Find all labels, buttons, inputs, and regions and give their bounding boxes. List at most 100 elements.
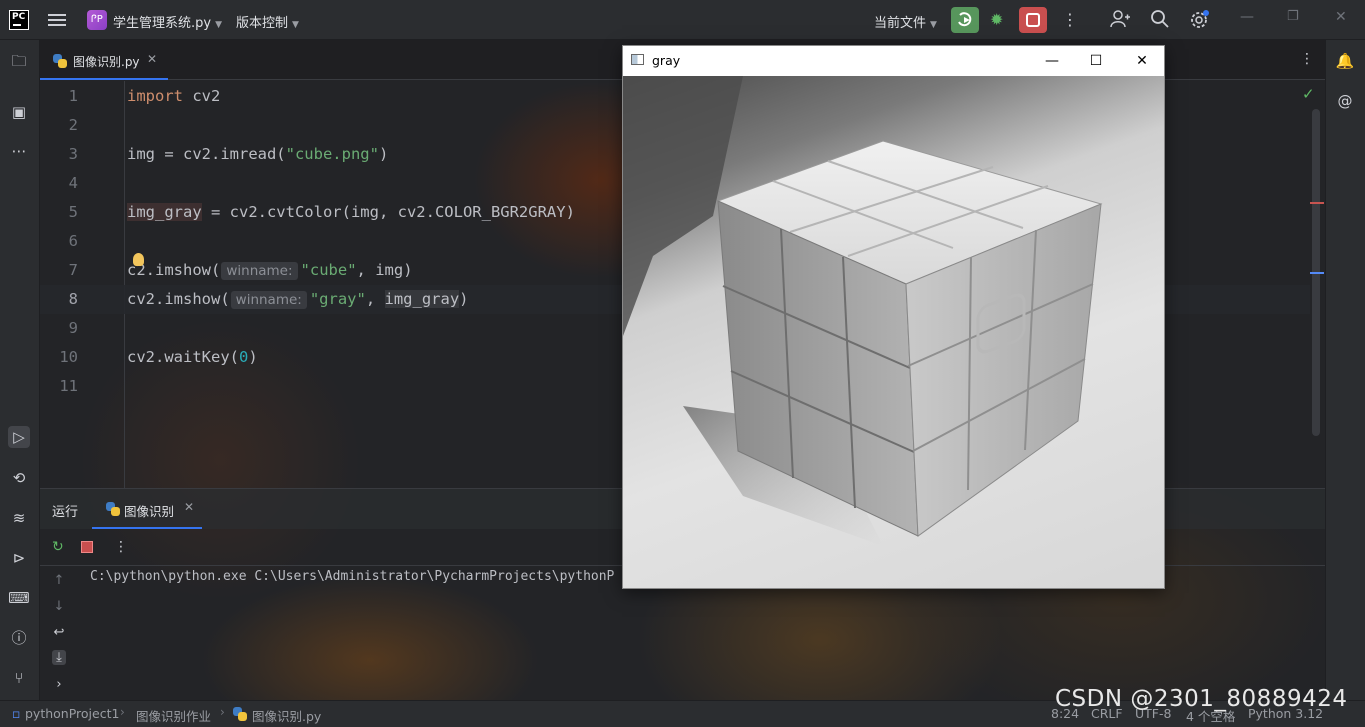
project-selector[interactable]: 学生管理系统.py ▼ <box>113 12 222 31</box>
window-minimize-icon[interactable]: — <box>1240 9 1254 25</box>
breadcrumb-folder[interactable]: 图像识别作业 <box>136 706 211 725</box>
run-config-selector[interactable]: 当前文件 ▼ <box>874 12 937 31</box>
opencv-window-gray[interactable]: gray — ☐ ✕ <box>622 45 1165 589</box>
rerun-button[interactable] <box>951 7 979 33</box>
rubiks-cube-photo <box>623 76 1103 546</box>
search-icon[interactable] <box>1150 9 1170 33</box>
parameter-hint: winname: <box>230 291 307 309</box>
right-tool-strip: 🔔 @ <box>1325 40 1365 700</box>
title-bar: PC ᎵP 学生管理系统.py ▼ 版本控制 ▼ 当前文件 ▼ ✹ ⋮ — ❐ ✕ <box>0 0 1365 40</box>
more-actions-icon[interactable]: ⋮ <box>1062 10 1078 29</box>
scroll-to-end-icon[interactable]: ⤓ <box>52 650 66 665</box>
rerun-icon[interactable]: ↻ <box>52 539 64 555</box>
code-token: ) <box>459 290 469 308</box>
intention-bulb-icon[interactable] <box>133 253 145 266</box>
line-number: 10 <box>59 348 78 366</box>
code-token: , img) <box>356 261 413 279</box>
window-close-icon[interactable]: ✕ <box>1335 9 1347 25</box>
run-config-label: 当前文件 <box>874 16 927 31</box>
cv-close-icon[interactable]: ✕ <box>1120 50 1164 72</box>
scroll-marker <box>1310 202 1324 204</box>
arrow-down-icon[interactable]: ↓ <box>52 599 66 614</box>
parameter-hint: winname: <box>221 262 298 280</box>
breadcrumb-project[interactable]: pythonProject1 <box>25 706 119 721</box>
python-file-icon <box>106 502 120 516</box>
line-number: 3 <box>68 145 78 163</box>
project-folder-icon[interactable]: 🗀 <box>8 50 30 72</box>
tab-options-icon[interactable]: ⋮ <box>1300 51 1314 67</box>
run-tab-close-icon[interactable]: ✕ <box>184 500 194 514</box>
code-token: cv2.imshow( <box>127 290 230 308</box>
settings-gear-icon[interactable] <box>1189 9 1211 35</box>
window-app-icon <box>631 54 644 65</box>
cv-window-title: gray <box>652 53 681 68</box>
project-badge[interactable]: ᎵP <box>87 10 107 30</box>
run-side-toolbar: ↑ ↓ ↩ ⤓ › <box>40 567 78 701</box>
chevron-down-icon: ▼ <box>215 20 222 30</box>
cv-minimize-icon[interactable]: — <box>1030 50 1074 72</box>
more-tools-icon[interactable]: ⋯ <box>8 140 30 162</box>
chevron-down-icon: ▼ <box>292 20 299 30</box>
left-tool-strip: 🗀 ▣ ⋯ ▷ ⟲ ≋ ⊳ ⌨ ⓘ ⑂ <box>0 40 40 700</box>
vcs-menu[interactable]: 版本控制 ▼ <box>236 12 299 31</box>
code-token: = cv2.cvtColor(img, cv2.COLOR_BGR2GRAY) <box>201 203 575 221</box>
code-string: "cube.png" <box>285 145 379 163</box>
code-token: , <box>365 290 385 308</box>
grayscale-cube-image <box>623 76 1164 588</box>
arrow-up-icon[interactable]: ↑ <box>52 573 66 588</box>
tab-close-icon[interactable]: ✕ <box>147 52 157 66</box>
layers-icon[interactable]: ≋ <box>8 507 30 529</box>
run-tab-image-recognition[interactable]: 图像识别 ✕ <box>92 489 202 529</box>
code-token-highlighted: img_gray <box>384 290 460 308</box>
line-number: 11 <box>59 377 78 395</box>
code-token: ) <box>378 145 389 163</box>
stop-button[interactable] <box>1019 7 1047 33</box>
run-panel-title: 运行 <box>52 505 79 520</box>
breadcrumb-file[interactable]: 图像识别.py <box>252 706 321 725</box>
git-icon[interactable]: ⑂ <box>8 667 30 689</box>
breadcrumb-separator-icon: › <box>120 705 125 719</box>
services-icon[interactable]: ⊳ <box>8 547 30 569</box>
code-token: img = cv2.imread( <box>127 145 286 163</box>
tab-image-recognition[interactable]: 图像识别.py ✕ <box>40 40 168 80</box>
vcs-label: 版本控制 <box>236 16 289 31</box>
structure-icon[interactable]: ▣ <box>8 101 30 123</box>
code-token: 2.imshow( <box>136 261 221 279</box>
more-actions-icon[interactable]: ⋮ <box>114 539 128 555</box>
line-number: 2 <box>68 116 78 134</box>
run-tool-icon[interactable]: ▷ <box>8 426 30 448</box>
module-icon: ▫ <box>12 706 21 721</box>
line-number: 4 <box>68 174 78 192</box>
soft-wrap-icon[interactable]: ↩ <box>52 625 66 640</box>
chevron-down-icon: ▼ <box>930 20 937 30</box>
code-string: "cube" <box>300 261 357 279</box>
pycharm-logo-icon[interactable]: PC <box>9 10 29 30</box>
ai-assistant-icon[interactable]: @ <box>1334 90 1356 112</box>
tab-label: 图像识别.py <box>73 55 140 69</box>
cv-maximize-icon[interactable]: ☐ <box>1074 50 1118 72</box>
breadcrumb-separator-icon: › <box>220 705 225 719</box>
python-file-icon <box>233 707 247 721</box>
line-number: 9 <box>68 319 78 337</box>
line-number: 8 <box>68 290 78 308</box>
stop-icon <box>1026 13 1040 27</box>
stop-icon[interactable] <box>81 541 93 553</box>
main-menu-icon[interactable] <box>48 12 66 28</box>
window-restore-icon[interactable]: ❐ <box>1287 9 1299 24</box>
console-output[interactable]: C:\python\python.exe C:\Users\Administra… <box>90 569 614 584</box>
code-number: 0 <box>238 348 249 366</box>
notifications-bell-icon[interactable]: 🔔 <box>1334 50 1356 72</box>
add-user-icon[interactable] <box>1110 9 1130 33</box>
rerun-icon <box>958 12 972 27</box>
line-number: 6 <box>68 232 78 250</box>
line-number: 7 <box>68 261 78 279</box>
problems-icon[interactable]: ⓘ <box>8 627 30 649</box>
python-file-icon <box>53 54 67 68</box>
debug-bug-icon[interactable]: ✹ <box>990 10 1003 29</box>
python-console-icon[interactable]: ⟲ <box>8 467 30 489</box>
chevron-right-icon[interactable]: › <box>52 677 66 692</box>
scroll-marker <box>1310 272 1324 274</box>
cv-window-titlebar[interactable]: gray — ☐ ✕ <box>623 46 1164 76</box>
terminal-icon[interactable]: ⌨ <box>8 587 30 609</box>
project-name: 学生管理系统.py <box>113 16 212 31</box>
